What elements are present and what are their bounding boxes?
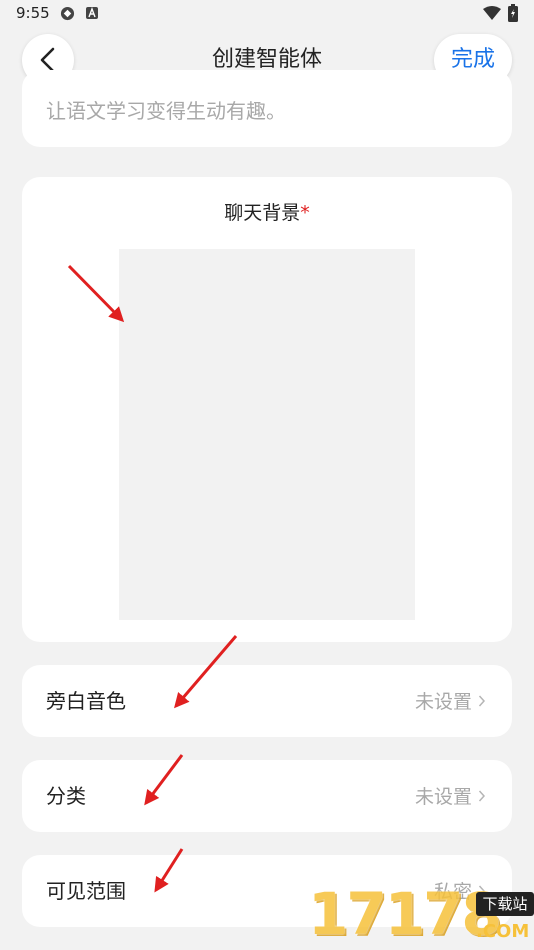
chat-background-picker[interactable] [119,249,415,620]
chevron-right-icon [478,790,486,802]
required-mark: * [300,202,310,224]
watermark-badge: 下载站 [476,892,534,916]
status-bar: 9:55 [0,0,534,28]
app-badge-icon [86,7,98,19]
row-label: 分类 [46,784,86,808]
row-value: 未设置 [414,786,472,808]
description-text: 让语文学习变得生动有趣。 [46,99,286,123]
chat-background-label-text: 聊天背景 [224,202,301,224]
category-row[interactable]: 分类 未设置 [22,760,512,832]
wifi-icon [483,6,501,20]
watermark-digits: 17178 [308,880,502,948]
chat-background-card: 聊天背景* [22,177,512,642]
chat-background-label: 聊天背景* [22,199,512,227]
status-time: 9:55 [16,4,50,22]
row-label: 旁白音色 [46,689,126,713]
description-card[interactable]: 让语文学习变得生动有趣。 [22,70,512,147]
sync-icon [60,6,75,21]
narration-voice-row[interactable]: 旁白音色 未设置 [22,665,512,737]
chevron-right-icon [478,695,486,707]
battery-icon [508,4,518,22]
watermark-suffix: .COM [476,921,530,942]
site-watermark: 17178 下载站 .COM [308,878,534,950]
row-value: 未设置 [414,691,472,713]
row-label: 可见范围 [46,879,126,903]
